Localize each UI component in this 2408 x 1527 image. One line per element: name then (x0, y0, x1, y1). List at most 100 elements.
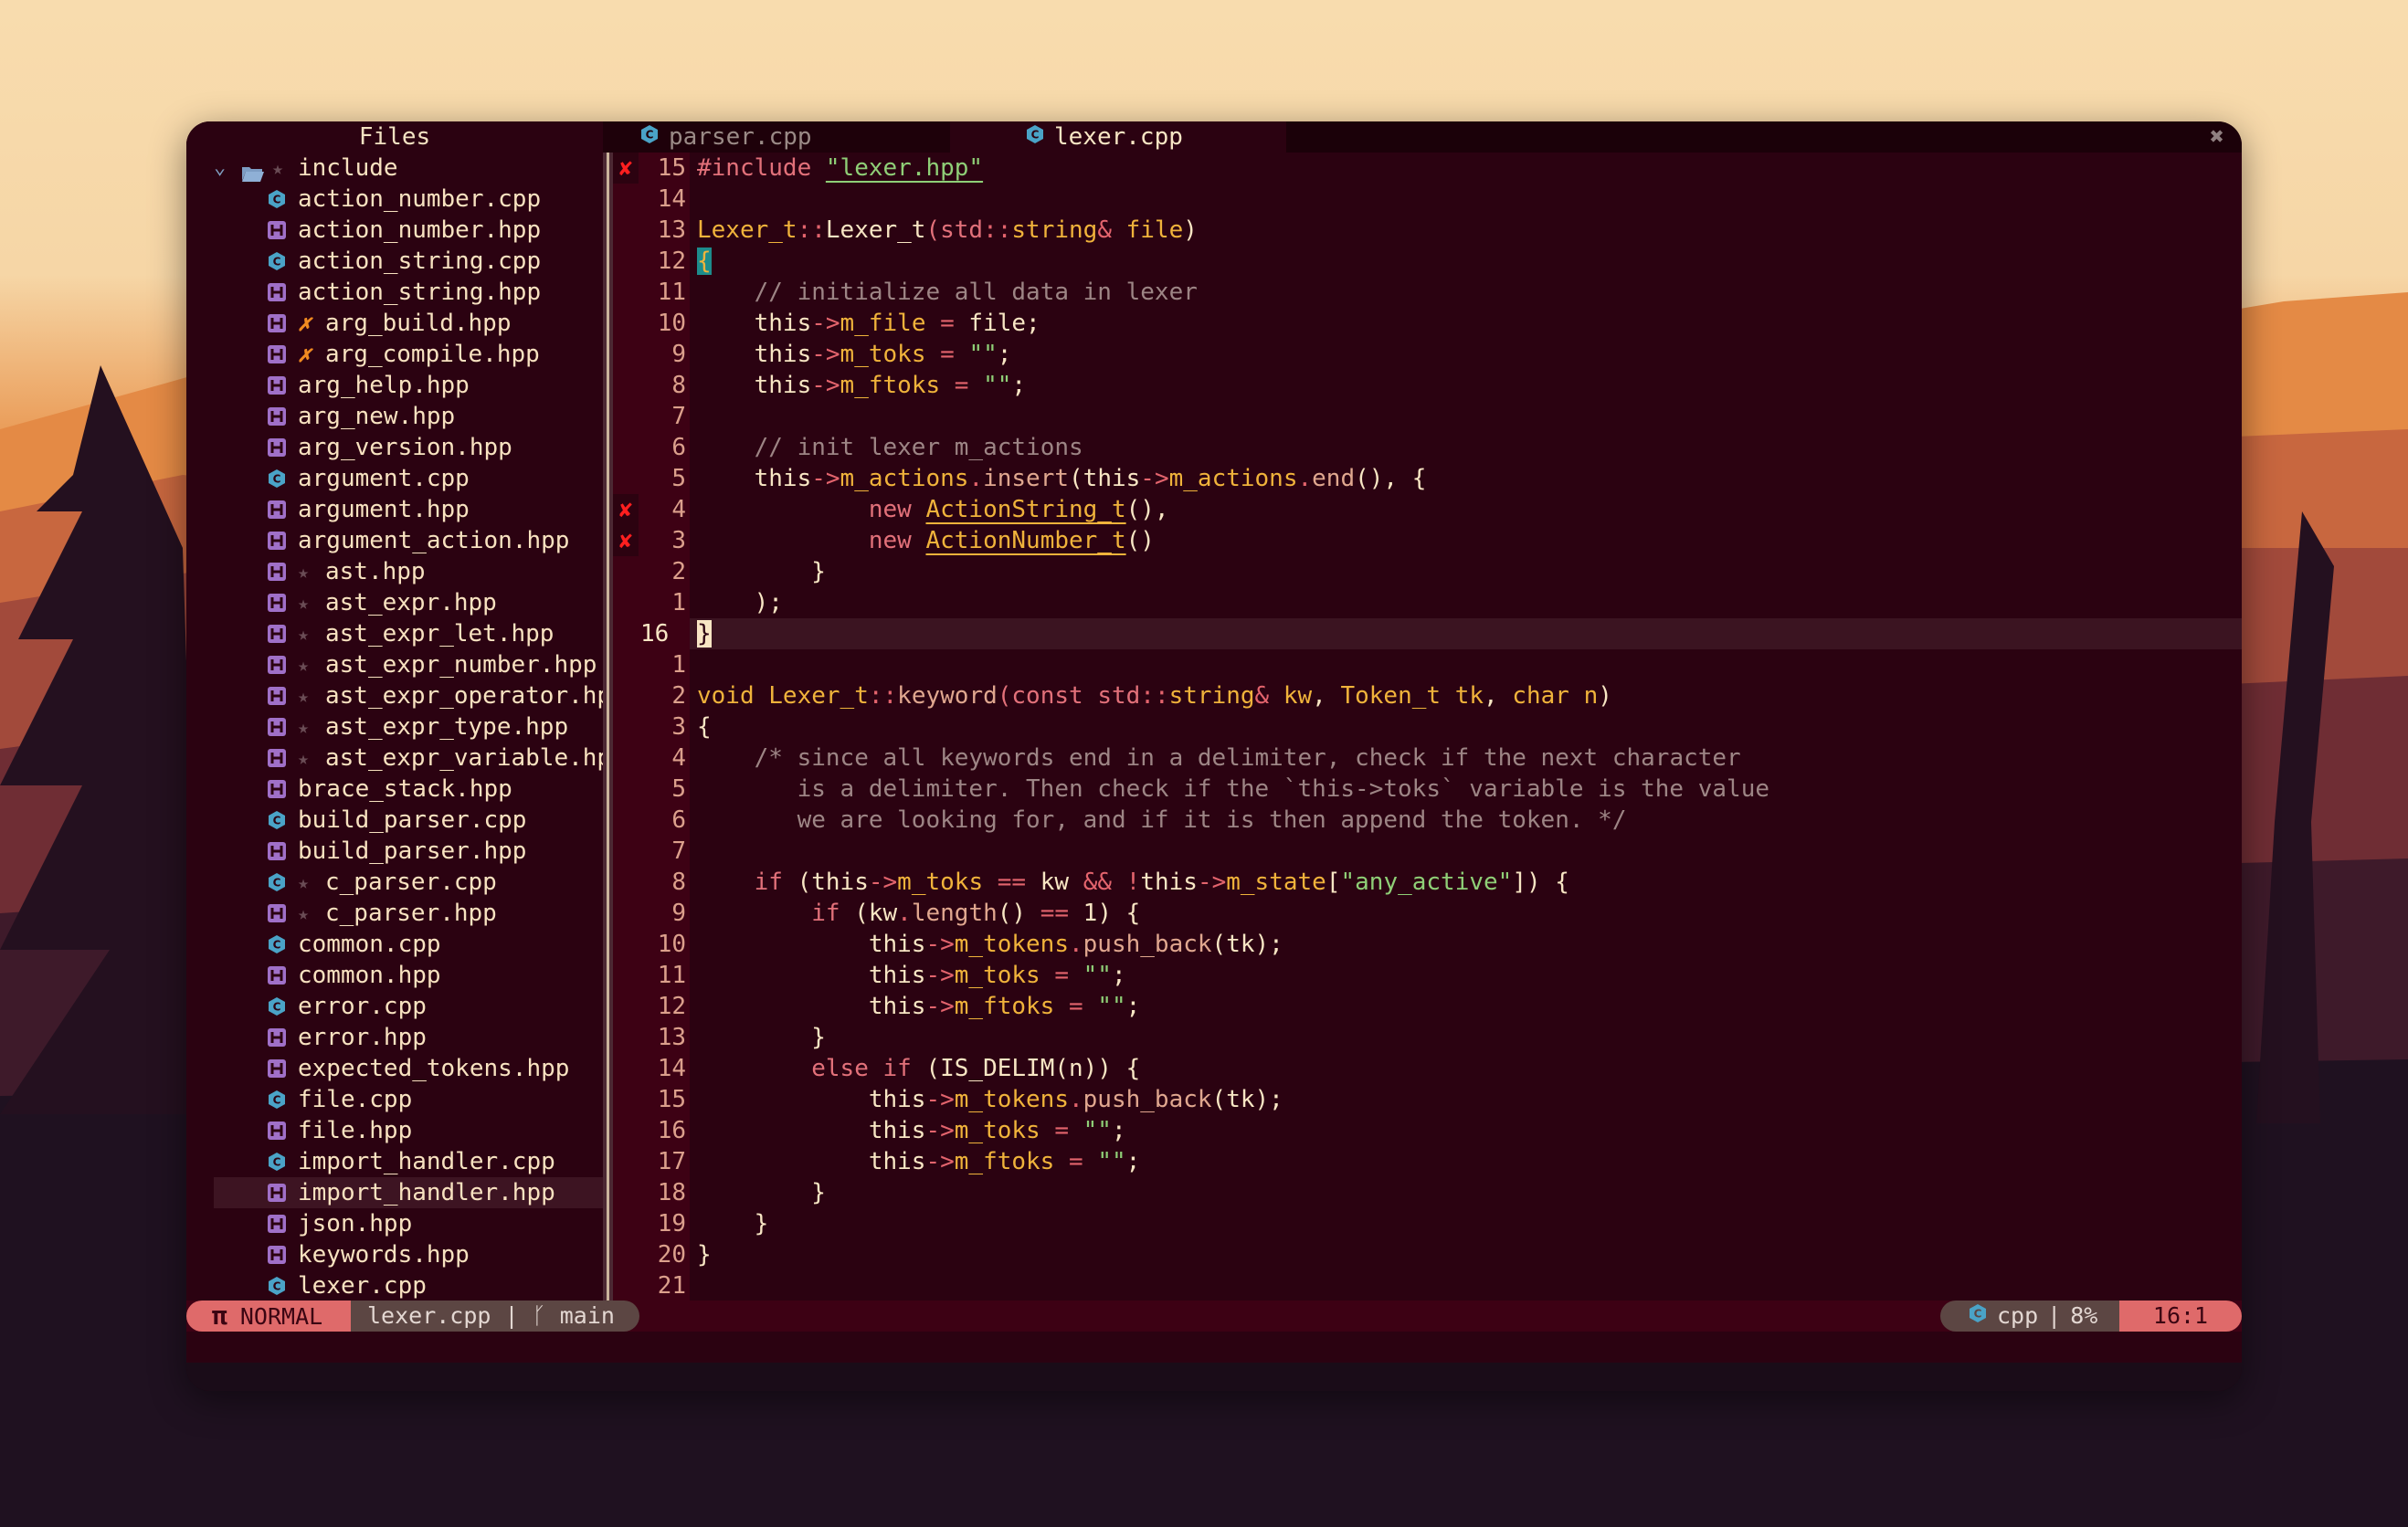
code-line[interactable]: { (690, 246, 2242, 277)
file-tree-item[interactable]: action_string.hpp (214, 277, 603, 308)
code-line[interactable]: ); (690, 587, 2242, 618)
file-tree-item[interactable]: Caction_number.cpp (214, 184, 603, 215)
file-name: lexer.cpp (298, 1272, 427, 1300)
file-tree-item[interactable]: Cargument.cpp (214, 463, 603, 494)
code-editor[interactable]: #include "lexer.hpp"Lexer_t::Lexer_t(std… (690, 153, 2242, 1301)
code-token: :: (1140, 682, 1169, 710)
code-line[interactable]: if (kw.length() == 1) { (690, 898, 2242, 929)
code-line[interactable]: #include "lexer.hpp" (690, 153, 2242, 184)
file-tree-item[interactable]: expected_tokens.hpp (214, 1053, 603, 1084)
code-line[interactable]: is a delimiter. Then check if the `this-… (690, 774, 2242, 805)
tab-parser-cpp[interactable]: C parser.cpp (603, 121, 950, 153)
code-line[interactable]: else if (IS_DELIM(n)) { (690, 1053, 2242, 1084)
file-tree-item[interactable]: build_parser.hpp (214, 836, 603, 867)
code-line[interactable]: new ActionNumber_t() (690, 525, 2242, 556)
file-tree-item[interactable]: ★ ast_expr_operator.hp (214, 680, 603, 711)
code-line[interactable]: this->m_toks = ""; (690, 1115, 2242, 1146)
file-tree-item[interactable]: action_number.hpp (214, 215, 603, 246)
code-line[interactable]: // init lexer m_actions (690, 432, 2242, 463)
file-tree-item[interactable]: Cfile.cpp (214, 1084, 603, 1115)
code-line[interactable]: we are looking for, and if it is then ap… (690, 805, 2242, 836)
file-tree-item[interactable]: error.hpp (214, 1022, 603, 1053)
code-token: this (697, 962, 926, 989)
file-tree-item[interactable]: ★ c_parser.hpp (214, 898, 603, 929)
code-token: end (1312, 465, 1356, 492)
file-tree-item[interactable]: common.hpp (214, 960, 603, 991)
code-line[interactable]: } (690, 1022, 2242, 1053)
file-tree-item[interactable]: Cerror.cpp (214, 991, 603, 1022)
file-tree-item[interactable]: ★ ast_expr_variable.hp (214, 742, 603, 774)
file-tree-item[interactable]: arg_help.hpp (214, 370, 603, 401)
code-line[interactable]: this->m_file = file; (690, 308, 2242, 339)
file-tree-item[interactable]: argument.hpp (214, 494, 603, 525)
code-token: = (1069, 993, 1083, 1020)
file-tree-item[interactable]: arg_new.hpp (214, 401, 603, 432)
file-tree-item[interactable]: C ★ c_parser.cpp (214, 867, 603, 898)
folder-include[interactable]: ⌄ ★ include (214, 153, 603, 184)
code-line[interactable]: this->m_toks = ""; (690, 960, 2242, 991)
code-token: length (911, 900, 998, 927)
cpp-file-icon: C (267, 469, 287, 489)
hpp-file-icon (267, 655, 287, 675)
code-token: (kw (840, 900, 898, 927)
file-tree-item[interactable]: brace_stack.hpp (214, 774, 603, 805)
file-tree-item[interactable]: ★ ast_expr_type.hpp (214, 711, 603, 742)
file-tree-item[interactable]: ✗ arg_build.hpp (214, 308, 603, 339)
code-line[interactable]: } (690, 556, 2242, 587)
code-line[interactable] (690, 1270, 2242, 1301)
code-line[interactable]: this->m_ftoks = ""; (690, 1146, 2242, 1177)
file-tree-item[interactable]: ★ ast_expr_number.hpp (214, 649, 603, 680)
file-tree-item[interactable]: ✗ arg_compile.hpp (214, 339, 603, 370)
code-line[interactable]: this->m_ftoks = ""; (690, 370, 2242, 401)
file-tree-item[interactable]: ★ ast.hpp (214, 556, 603, 587)
code-line[interactable] (690, 836, 2242, 867)
file-tree-item[interactable]: json.hpp (214, 1208, 603, 1239)
code-token: ]) { (1512, 869, 1569, 896)
code-line[interactable]: this->m_actions.insert(this->m_actions.e… (690, 463, 2242, 494)
code-line[interactable]: } (690, 1177, 2242, 1208)
code-line[interactable]: this->m_ftoks = ""; (690, 991, 2242, 1022)
file-tree-item[interactable]: keywords.hpp (214, 1239, 603, 1270)
code-token: (IS_DELIM(n)) { (911, 1055, 1141, 1082)
file-tree-item[interactable]: file.hpp (214, 1115, 603, 1146)
chevron-down-icon[interactable]: ⌄ (214, 153, 226, 184)
file-tree-item[interactable]: Ccommon.cpp (214, 929, 603, 960)
file-tree-item[interactable]: import_handler.hpp (214, 1177, 603, 1208)
code-line[interactable] (690, 401, 2242, 432)
code-line[interactable]: } (690, 618, 2242, 649)
command-line[interactable] (186, 1332, 2242, 1363)
code-line[interactable]: this->m_toks = ""; (690, 339, 2242, 370)
hpp-file-icon (267, 531, 287, 551)
code-line[interactable]: new ActionString_t(), (690, 494, 2242, 525)
code-token: -> (811, 372, 840, 399)
file-tree-item[interactable]: Caction_string.cpp (214, 246, 603, 277)
code-line[interactable]: /* since all keywords end in a delimiter… (690, 742, 2242, 774)
code-line[interactable]: this->m_tokens.push_back(tk); (690, 929, 2242, 960)
file-tree-item[interactable]: ★ ast_expr_let.hpp (214, 618, 603, 649)
code-token: () (1125, 527, 1155, 554)
code-line[interactable]: this->m_tokens.push_back(tk); (690, 1084, 2242, 1115)
file-tree-item[interactable]: Cimport_handler.cpp (214, 1146, 603, 1177)
code-line[interactable]: // initialize all data in lexer (690, 277, 2242, 308)
code-line[interactable]: Lexer_t::Lexer_t(std::string& file) (690, 215, 2242, 246)
file-info: lexer.cpp | ᚴ main (351, 1301, 639, 1332)
file-tree-item[interactable]: Clexer.cpp (214, 1270, 603, 1301)
code-line[interactable]: } (690, 1239, 2242, 1270)
code-token: (), { (1355, 465, 1427, 492)
code-line[interactable]: } (690, 1208, 2242, 1239)
code-line[interactable] (690, 184, 2242, 215)
code-token: -> (811, 310, 840, 337)
file-tree-item[interactable]: argument_action.hpp (214, 525, 603, 556)
close-icon[interactable]: ✖ (2203, 123, 2231, 151)
code-line[interactable]: { (690, 711, 2242, 742)
code-line[interactable] (690, 649, 2242, 680)
file-tree-item[interactable]: ★ ast_expr.hpp (214, 587, 603, 618)
code-line[interactable]: void Lexer_t::keyword(const std::string&… (690, 680, 2242, 711)
file-tree-item[interactable]: arg_version.hpp (214, 432, 603, 463)
file-tree-item[interactable]: Cbuild_parser.cpp (214, 805, 603, 836)
tab-lexer-cpp[interactable]: C lexer.cpp (950, 121, 1286, 153)
code-line[interactable]: if (this->m_toks == kw && !this->m_state… (690, 867, 2242, 898)
